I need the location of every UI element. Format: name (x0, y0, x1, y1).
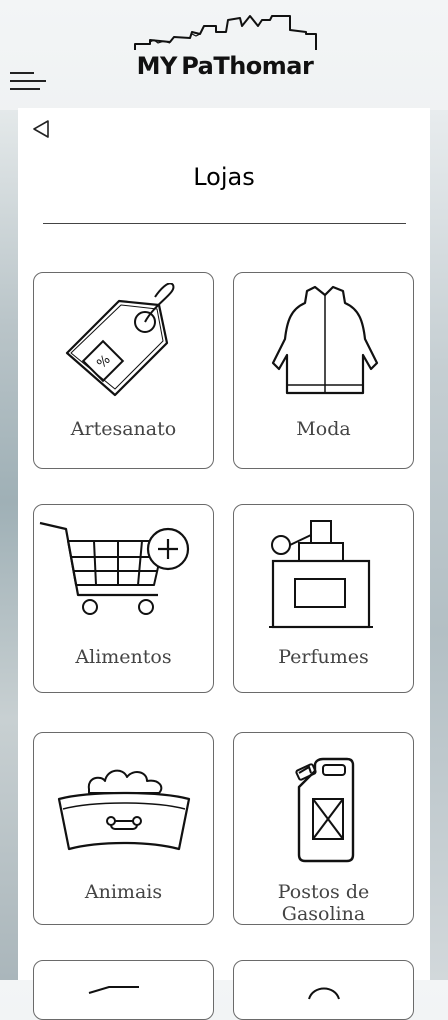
perfume-bottle-icon (268, 520, 373, 629)
category-label: Alimentos (75, 646, 172, 668)
category-tile-artesanato[interactable]: % Artesanato (33, 272, 214, 469)
back-triangle-icon[interactable] (30, 118, 52, 140)
price-tag-icon: % (65, 283, 174, 397)
category-label: Perfumes (278, 646, 369, 668)
category-tile-perfumes[interactable]: Perfumes (233, 504, 414, 693)
category-label: Postos de Gasolina (277, 881, 370, 925)
category-tile-partial-left[interactable] (33, 960, 214, 1020)
app-logo: MY PaThomar (130, 12, 320, 84)
pet-food-bowl-icon (57, 769, 190, 851)
castle-skyline-icon (134, 15, 317, 50)
category-tile-postos-de-gasolina[interactable]: Postos de Gasolina (233, 732, 414, 925)
hamburger-menu-icon[interactable] (8, 70, 48, 92)
app-header: MY PaThomar (0, 0, 448, 108)
category-tile-partial-right[interactable] (233, 960, 414, 1020)
category-icon-partial (88, 986, 139, 994)
category-label: Animais (84, 881, 163, 903)
jerry-can-icon (294, 757, 354, 863)
category-tile-moda[interactable]: Moda (233, 272, 414, 469)
category-tile-alimentos[interactable]: Alimentos (33, 504, 214, 693)
svg-text:%: % (94, 352, 113, 371)
logo-text: MY PaThomar (136, 52, 314, 80)
category-tile-animais[interactable]: Animais (33, 732, 214, 925)
jacket-icon (271, 285, 378, 395)
category-label: Moda (296, 418, 351, 440)
shopping-cart-plus-icon (39, 521, 190, 615)
category-label: Artesanato (70, 418, 177, 440)
category-icon-partial (307, 987, 340, 1000)
title-divider (43, 223, 406, 224)
page-title: Lojas (193, 163, 255, 191)
content-card: Lojas % Artesanato Moda Alimentos Perfum… (18, 108, 430, 1020)
